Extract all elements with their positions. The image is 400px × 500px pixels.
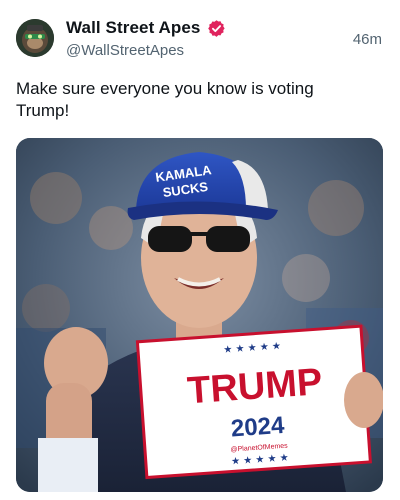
ape-avatar-icon[interactable] <box>16 19 54 57</box>
verified-badge-icon <box>207 19 226 38</box>
post-text: Make sure everyone you know is voting Tr… <box>16 79 314 120</box>
author-handle[interactable]: @WallStreetApes <box>66 42 226 59</box>
post-timestamp[interactable]: 46m <box>353 31 382 48</box>
display-name[interactable]: Wall Street Apes <box>66 18 201 38</box>
post-header: Wall Street Apes @WallStreetApes 46m <box>16 16 384 64</box>
post-card[interactable]: Wall Street Apes @WallStreetApes 46m Mak… <box>0 0 400 500</box>
sign-year-text: 2024 <box>230 412 286 443</box>
post-image[interactable]: KAMALA SUCKS ★ ★ ★ ★ ★ TRUMP 2024 @Plane… <box>16 138 383 492</box>
author-names: Wall Street Apes @WallStreetApes <box>66 17 226 59</box>
